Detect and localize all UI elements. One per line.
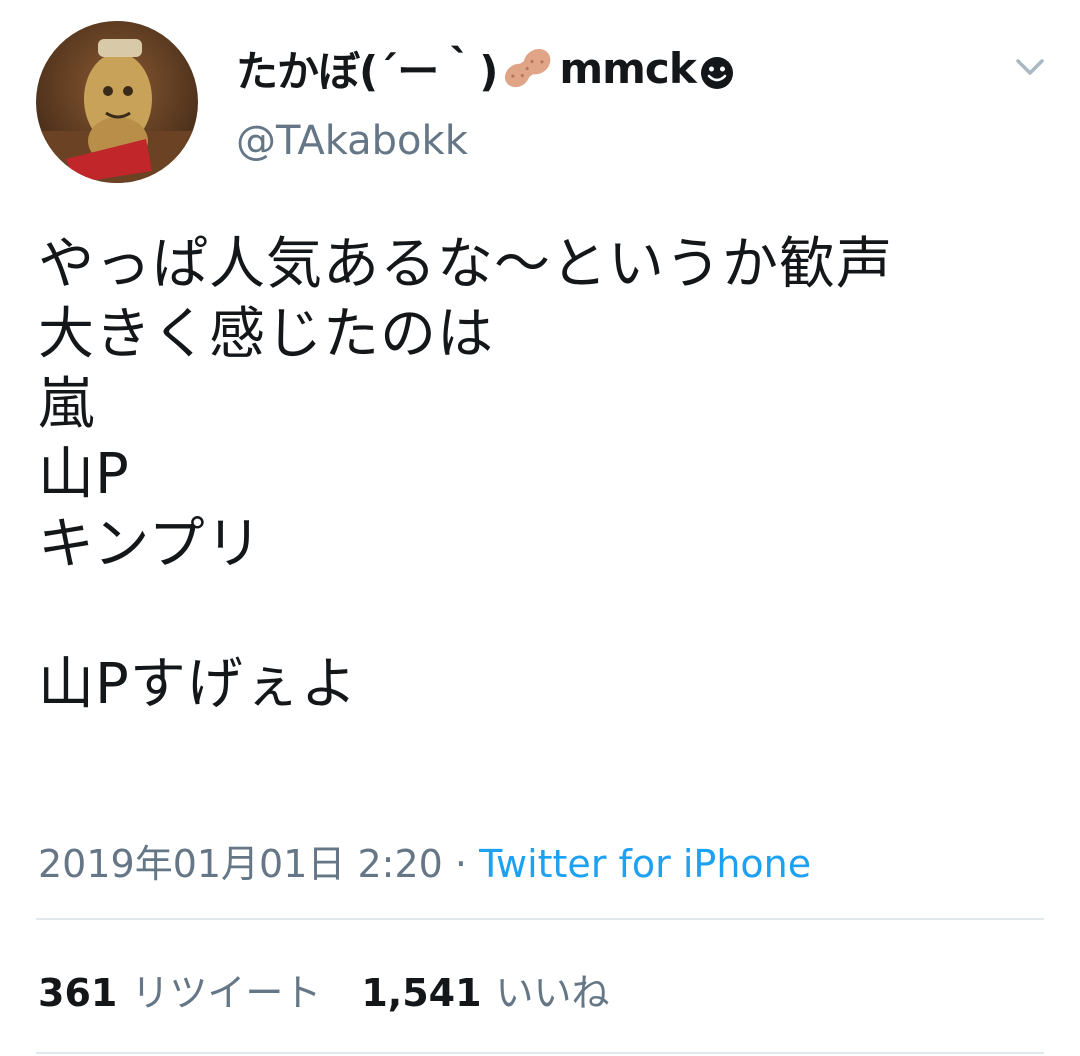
display-name-text: たかぼ(´ー｀) <box>236 46 498 96</box>
display-name[interactable]: たかぼ(´ー｀) mmck <box>236 40 734 96</box>
tweet-meta: 2019年01月01日 2:20 · Twitter for iPhone <box>38 833 811 888</box>
likes-count: 1,541 <box>361 971 482 1015</box>
retweets-label: リツイート <box>131 971 322 1015</box>
tweet-detail: たかぼ(´ー｀) mmck @TAkabokk やっぱ人気あるな〜というか歓声 … <box>0 0 1080 1056</box>
display-name-suffix: mmck <box>559 43 696 93</box>
divider <box>36 918 1044 920</box>
source-link[interactable]: Twitter for iPhone <box>479 842 811 886</box>
meta-separator: · <box>442 842 480 886</box>
avatar-image <box>36 21 198 183</box>
likes-stat[interactable]: 1,541 いいね <box>361 962 609 1017</box>
divider <box>36 1052 1044 1054</box>
tweet-text: やっぱ人気あるな〜というか歓声 大きく感じたのは 嵐 山P キンプリ 山Pすげぇ… <box>38 232 893 717</box>
retweets-stat[interactable]: 361 リツイート <box>38 962 321 1017</box>
smiley-icon <box>700 51 734 89</box>
avatar[interactable] <box>36 21 198 183</box>
likes-label: いいね <box>495 971 610 1015</box>
user-handle[interactable]: @TAkabokk <box>236 118 468 164</box>
peanut-icon <box>499 42 557 94</box>
timestamp[interactable]: 2019年01月01日 2:20 <box>38 842 443 886</box>
tweet-stats: 361 リツイート 1,541 いいね <box>38 962 610 1017</box>
chevron-down-icon[interactable] <box>1012 52 1048 82</box>
retweets-count: 361 <box>38 971 118 1015</box>
